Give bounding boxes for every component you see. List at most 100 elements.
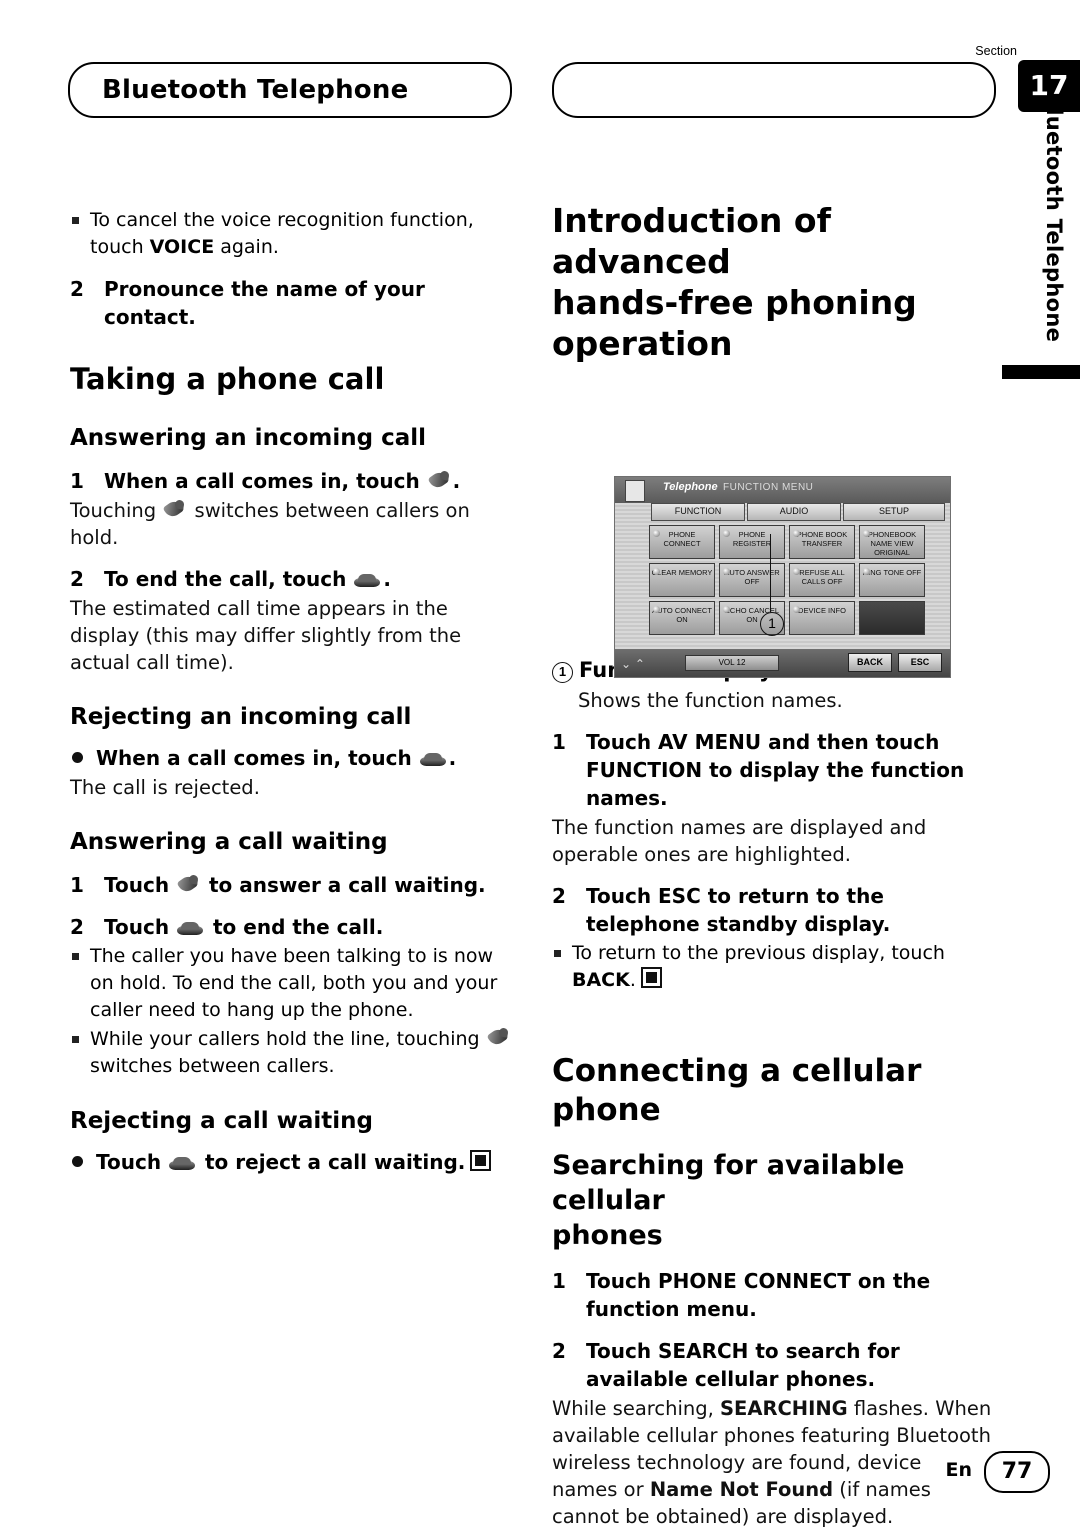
note-text-b: switches between callers. [90,1055,335,1077]
indicator-dot-icon [723,568,730,575]
indicator-dot-icon [723,606,730,613]
screen-cell-empty [859,601,925,635]
step-text-end: . [452,469,461,493]
screen-title-menu: FUNCTION MENU [723,482,814,493]
left-column: To cancel the voice recognition function… [70,205,515,1176]
step-when-call-comes-in: 1 When a call comes in, touch . [70,467,515,495]
heading-rejecting-incoming-call: Rejecting an incoming call [70,704,412,730]
footer-page-number: 77 [984,1451,1050,1493]
bullet-when-call-comes-in: When a call comes in, touch . [70,744,515,772]
step-text: Pronounce the name of your contact. [104,277,425,329]
screen-cell-phone-connect[interactable]: PHONE CONNECT [649,525,715,559]
page-title: Bluetooth Telephone [102,75,409,105]
screen-scroll-arrows-icon[interactable]: ⌄ ⌃ [621,657,645,671]
note-text-a: While your callers hold the line, touchi… [90,1028,480,1050]
step-text-end: to end the call. [213,915,384,939]
screen-cell-device-info[interactable]: DEVICE INFO [789,601,855,635]
para-while-searching: While searching, SEARCHING flashes. When… [552,1395,992,1530]
screen-cell-phone-register[interactable]: PHONE REGISTER [719,525,785,559]
heading-searching-line2: phones [552,1220,663,1251]
screen-cell-phonebook-name-view[interactable]: PHONEBOOK NAME VIEW ORIGINAL [859,525,925,559]
screen-back-button[interactable]: BACK [848,653,892,672]
name-not-found-keyword: Name Not Found [649,1478,834,1501]
step-touch-av-menu: 1 Touch AV MENU and then touch FUNCTION … [552,728,992,812]
end-of-section-marker-icon [640,967,662,988]
heading-introduction-line1: Introduction of advanced [552,201,831,281]
step-text-end: to answer a call waiting. [209,873,486,897]
heading-introduction-line2: hands-free phoning operation [552,283,917,363]
cell-label: PHONE CONNECT [663,530,701,548]
screen-volume-indicator: VOL 12 [685,655,779,671]
screen-cell-clear-memory[interactable]: CLEAR MEMORY [649,563,715,597]
answer-call-icon [162,499,188,521]
screen-bottom-bar: ⌄ ⌃ VOL 12 BACK ESC [615,649,950,677]
note-cancel-voice: To cancel the voice recognition function… [70,207,515,261]
heading-answering-call-waiting: Answering a call waiting [70,829,388,855]
step-number: 2 [70,277,84,301]
screen-tab-setup[interactable]: SETUP [843,503,945,521]
screen-cell-refuse-all-calls[interactable]: REFUSE ALL CALLS OFF [789,563,855,597]
indicator-dot-icon [653,606,660,613]
cell-label: AUTO ANSWER OFF [724,568,780,586]
step-number: 2 [70,915,84,939]
screen-cell-auto-answer[interactable]: AUTO ANSWER OFF [719,563,785,597]
answer-call-icon [427,470,453,492]
screen-title-italic: Telephone [663,481,718,493]
indicator-dot-icon [653,568,660,575]
header-blank-pill [552,62,996,118]
para-text-1: While searching, [552,1397,720,1420]
section-label: Section [975,44,1017,58]
step-text: Touch PHONE CONNECT on the function menu… [586,1269,931,1321]
note-voice-text-1: To cancel the voice recognition function… [90,209,474,258]
cell-label: DEVICE INFO [798,606,846,615]
step-text: To end the call, touch [104,567,347,591]
step-text: Touch AV MENU and then touch FUNCTION to… [586,730,965,810]
right-column: Introduction of advanced hands-free phon… [552,200,992,1530]
heading-answering-incoming-call: Answering an incoming call [70,425,426,451]
screen-esc-button[interactable]: ESC [898,653,942,672]
cell-label: PHONEBOOK NAME VIEW ORIGINAL [867,530,917,557]
callout-legend-desc: Shows the function names. [578,689,843,712]
step-number: 2 [70,567,84,591]
note-text-a: To return to the previous display, touch [572,942,945,964]
cell-label: AUTO CONNECT ON [652,606,712,624]
screen-source-icon [625,480,645,502]
callout-leader-line [770,534,771,612]
indicator-dot-icon [793,568,800,575]
heading-searching-line1: Searching for available cellular [552,1150,905,1216]
indicator-dot-icon [653,530,660,537]
step-touch-answer-waiting: 1 Touch to answer a call waiting. [70,871,515,899]
cell-label: REFUSE ALL CALLS OFF [799,568,845,586]
screen-tab-function[interactable]: FUNCTION [651,503,745,521]
end-call-icon [353,572,383,590]
indicator-dot-icon [863,568,870,575]
heading-rejecting-call-waiting: Rejecting a call waiting [70,1108,373,1134]
cell-label: CLEAR MEMORY [651,568,713,577]
indicator-dot-icon [863,530,870,537]
step-number: 1 [70,873,84,897]
para-text-a: Touching [70,499,157,522]
para-function-names-highlighted: The function names are displayed and ope… [552,816,927,866]
answer-call-icon [176,874,202,896]
note-while-callers-hold: While your callers hold the line, touchi… [70,1026,515,1080]
back-keyword: BACK [572,969,630,991]
answer-call-icon [486,1027,512,1049]
heading-taking-a-phone-call: Taking a phone call [70,362,385,396]
device-screen: Telephone FUNCTION MENU FUNCTION AUDIO S… [614,476,951,678]
para-touching-switches: Touching switches between callers on hol… [70,497,515,551]
note-return-previous-display: To return to the previous display, touch… [552,940,992,994]
cell-label: RING TONE OFF [862,568,922,577]
step-text: Touch SEARCH to search for available cel… [586,1339,900,1391]
step-number: 2 [552,884,566,908]
step-text: Touch ESC to return to the telephone sta… [586,884,891,936]
screen-cell-auto-connect[interactable]: AUTO CONNECT ON [649,601,715,635]
screen-cell-phonebook-transfer[interactable]: PHONE BOOK TRANSFER [789,525,855,559]
screen-tab-audio[interactable]: AUDIO [747,503,841,521]
para-estimated-call-time: The estimated call time appears in the d… [70,597,462,674]
step-number: 1 [552,730,566,754]
end-call-icon [168,1155,198,1173]
bullet-text: When a call comes in, touch [96,746,412,770]
screen-cell-ring-tone[interactable]: RING TONE OFF [859,563,925,597]
para-call-rejected: The call is rejected. [70,776,260,799]
bullet-text-end: to reject a call waiting. [205,1150,466,1174]
